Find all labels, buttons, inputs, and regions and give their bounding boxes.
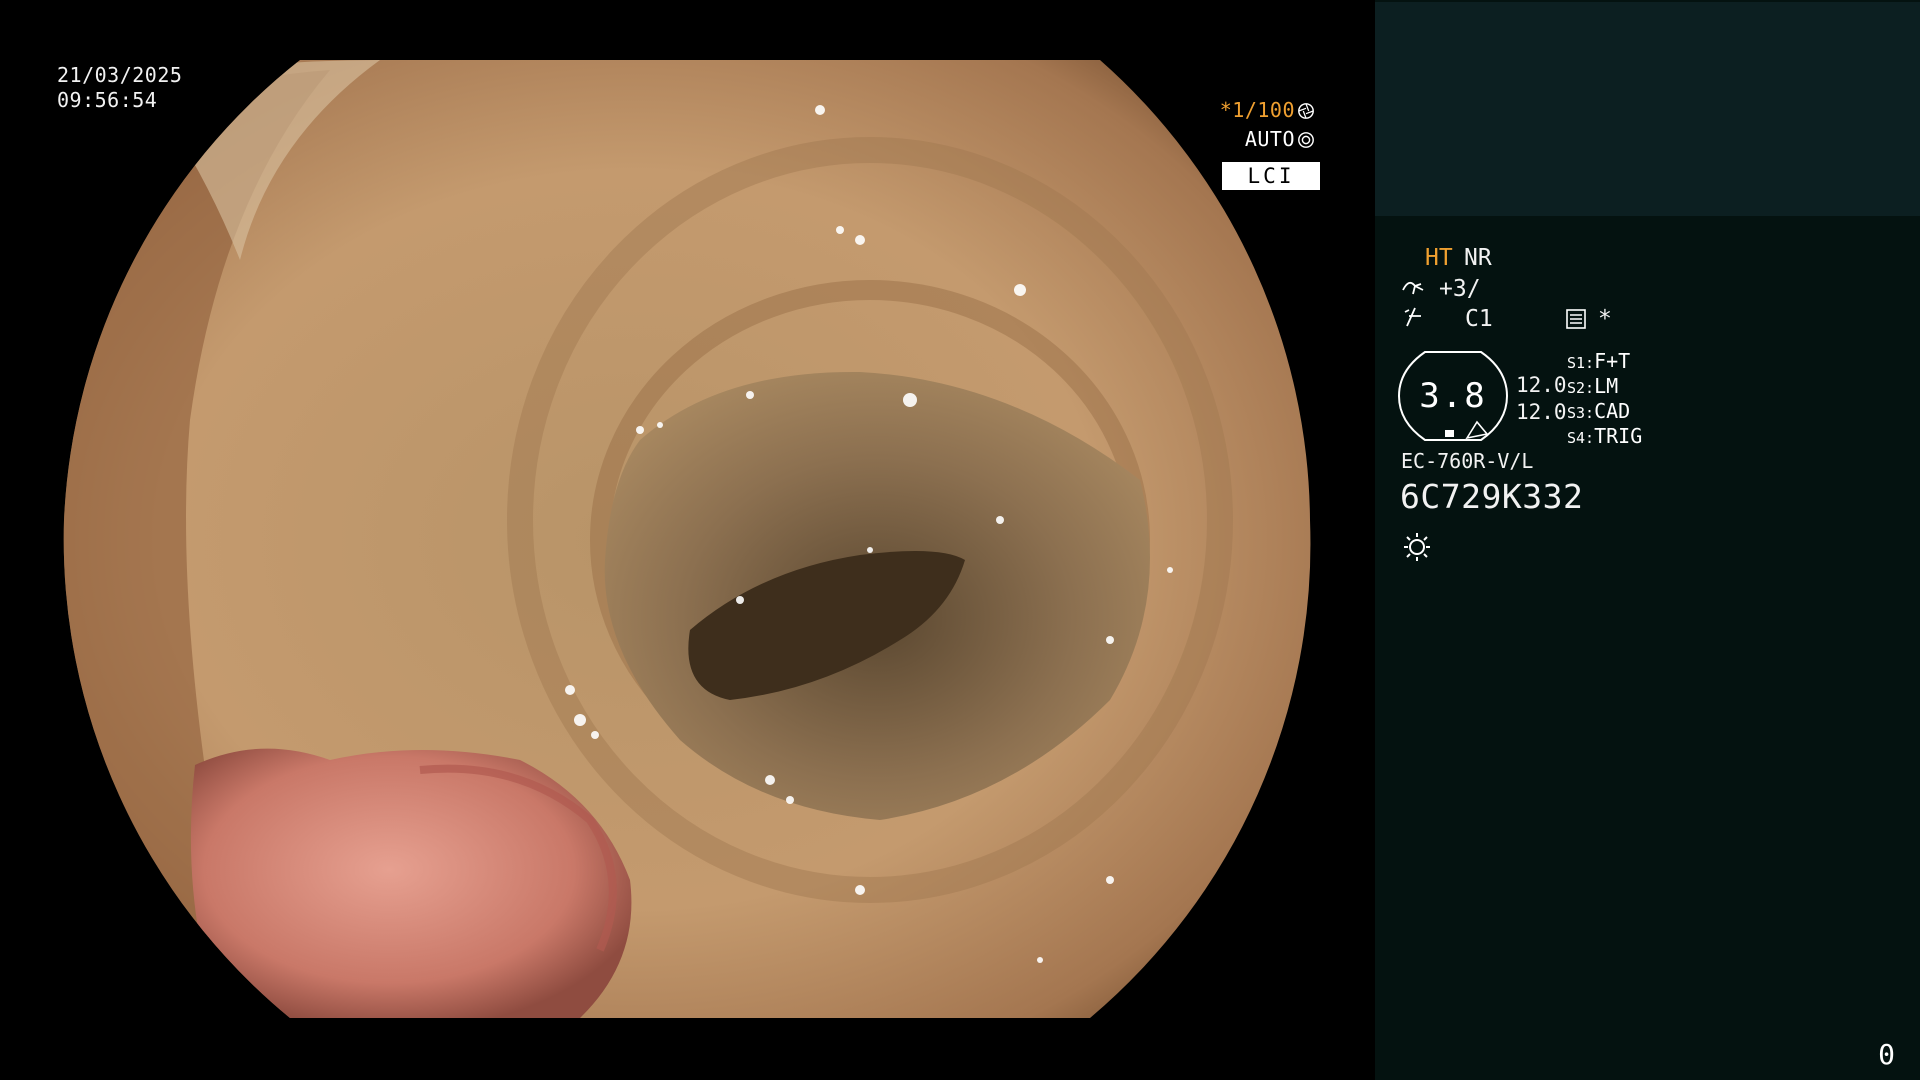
value-top: 12.0 — [1516, 373, 1567, 397]
time-text: 09:56:54 — [57, 88, 158, 112]
page-number: 0 — [1878, 1038, 1895, 1071]
star-indicator: * — [1598, 306, 1612, 332]
switch-1: S1:F+T — [1567, 349, 1630, 375]
color-enhancement-icon — [1404, 307, 1421, 327]
info-panel: HT NR +3/ C1 * 3.8 12.0 12.0 S1:F+T S2:L… — [1375, 0, 1920, 1080]
shutter-text: *1/100 — [1219, 98, 1295, 122]
panel-header-area — [1375, 2, 1920, 216]
enhancement-value: +3/ — [1439, 276, 1481, 302]
aperture-icon — [1298, 103, 1314, 119]
value-bottom: 12.0 — [1516, 400, 1567, 424]
iris-icon — [1298, 132, 1314, 148]
switch-3-key: S3: — [1567, 404, 1595, 422]
switch-2-value: LM — [1594, 374, 1619, 398]
switch-4: S4:TRIG — [1567, 424, 1642, 450]
datetime-readout: 21/03/2025 09:56:54 — [57, 63, 182, 113]
endoscope-view: 21/03/2025 09:56:54 *1/100 AUTO LCI — [0, 0, 1375, 1080]
zoom-value: 3.8 — [1419, 376, 1487, 416]
switch-2-key: S2: — [1567, 379, 1595, 397]
scope-serial: 6C729K332 — [1400, 477, 1584, 516]
structure-enhancement-icon — [1402, 281, 1424, 295]
nr-indicator: NR — [1464, 245, 1492, 271]
switch-1-key: S1: — [1567, 354, 1595, 372]
shutter-readout: *1/100 — [1220, 98, 1315, 123]
switch-4-value: TRIG — [1594, 424, 1643, 448]
iris-text: AUTO — [1244, 127, 1295, 151]
imaging-mode-badge: LCI — [1222, 162, 1320, 190]
switch-1-value: F+T — [1594, 349, 1631, 373]
switch-4-key: S4: — [1567, 429, 1595, 447]
iris-readout: AUTO — [1245, 127, 1315, 152]
scope-model: EC-760R-V/L — [1401, 449, 1534, 473]
switch-3: S3:CAD — [1567, 399, 1630, 425]
date-text: 21/03/2025 — [57, 63, 183, 87]
switch-3-value: CAD — [1594, 399, 1631, 423]
ht-indicator: HT — [1425, 245, 1453, 271]
switch-2: S2:LM — [1567, 374, 1618, 400]
light-sun-icon — [1404, 533, 1430, 561]
config-icon — [1566, 309, 1586, 329]
endoscopic-image — [63, 60, 1311, 1018]
color-value: C1 — [1465, 306, 1493, 332]
